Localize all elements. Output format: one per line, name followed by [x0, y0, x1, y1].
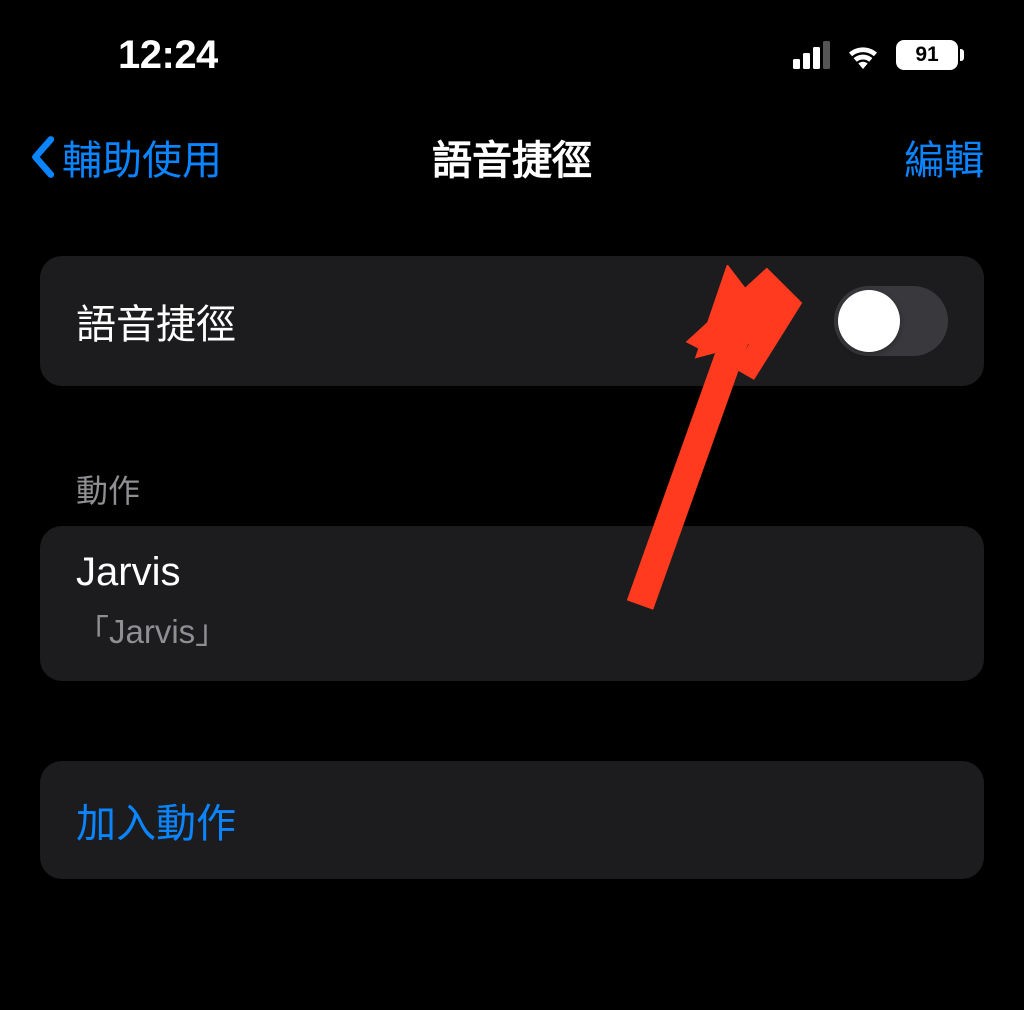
back-label: 輔助使用 — [62, 128, 222, 186]
battery-percentage: 91 — [915, 43, 938, 67]
add-action-button[interactable]: 加入動作 — [40, 761, 984, 879]
page-title: 語音捷徑 — [432, 128, 592, 186]
status-time: 12:24 — [118, 33, 218, 78]
content-area: 語音捷徑 動作 Jarvis 「Jarvis」 加入動作 — [0, 216, 1024, 879]
voice-shortcut-toggle-row: 語音捷徑 — [40, 256, 984, 386]
toggle-knob — [838, 290, 900, 352]
cellular-signal-icon — [793, 41, 830, 69]
toggle-label: 語音捷徑 — [76, 292, 236, 350]
status-indicators: 91 — [793, 40, 964, 70]
action-item[interactable]: Jarvis 「Jarvis」 — [40, 526, 984, 681]
edit-button[interactable]: 編輯 — [904, 128, 984, 186]
action-subtitle: 「Jarvis」 — [76, 605, 948, 653]
wifi-icon — [844, 41, 882, 69]
back-button[interactable]: 輔助使用 — [24, 128, 222, 186]
action-title: Jarvis — [76, 550, 948, 595]
actions-group: Jarvis 「Jarvis」 — [40, 526, 984, 681]
toggle-group: 語音捷徑 — [40, 256, 984, 386]
add-action-group: 加入動作 — [40, 761, 984, 879]
chevron-left-icon — [24, 135, 60, 179]
navigation-bar: 輔助使用 語音捷徑 編輯 — [0, 90, 1024, 216]
status-bar: 12:24 91 — [0, 0, 1024, 90]
actions-section-header: 動作 — [40, 466, 984, 526]
battery-indicator: 91 — [896, 40, 964, 70]
voice-shortcut-toggle[interactable] — [834, 286, 948, 356]
